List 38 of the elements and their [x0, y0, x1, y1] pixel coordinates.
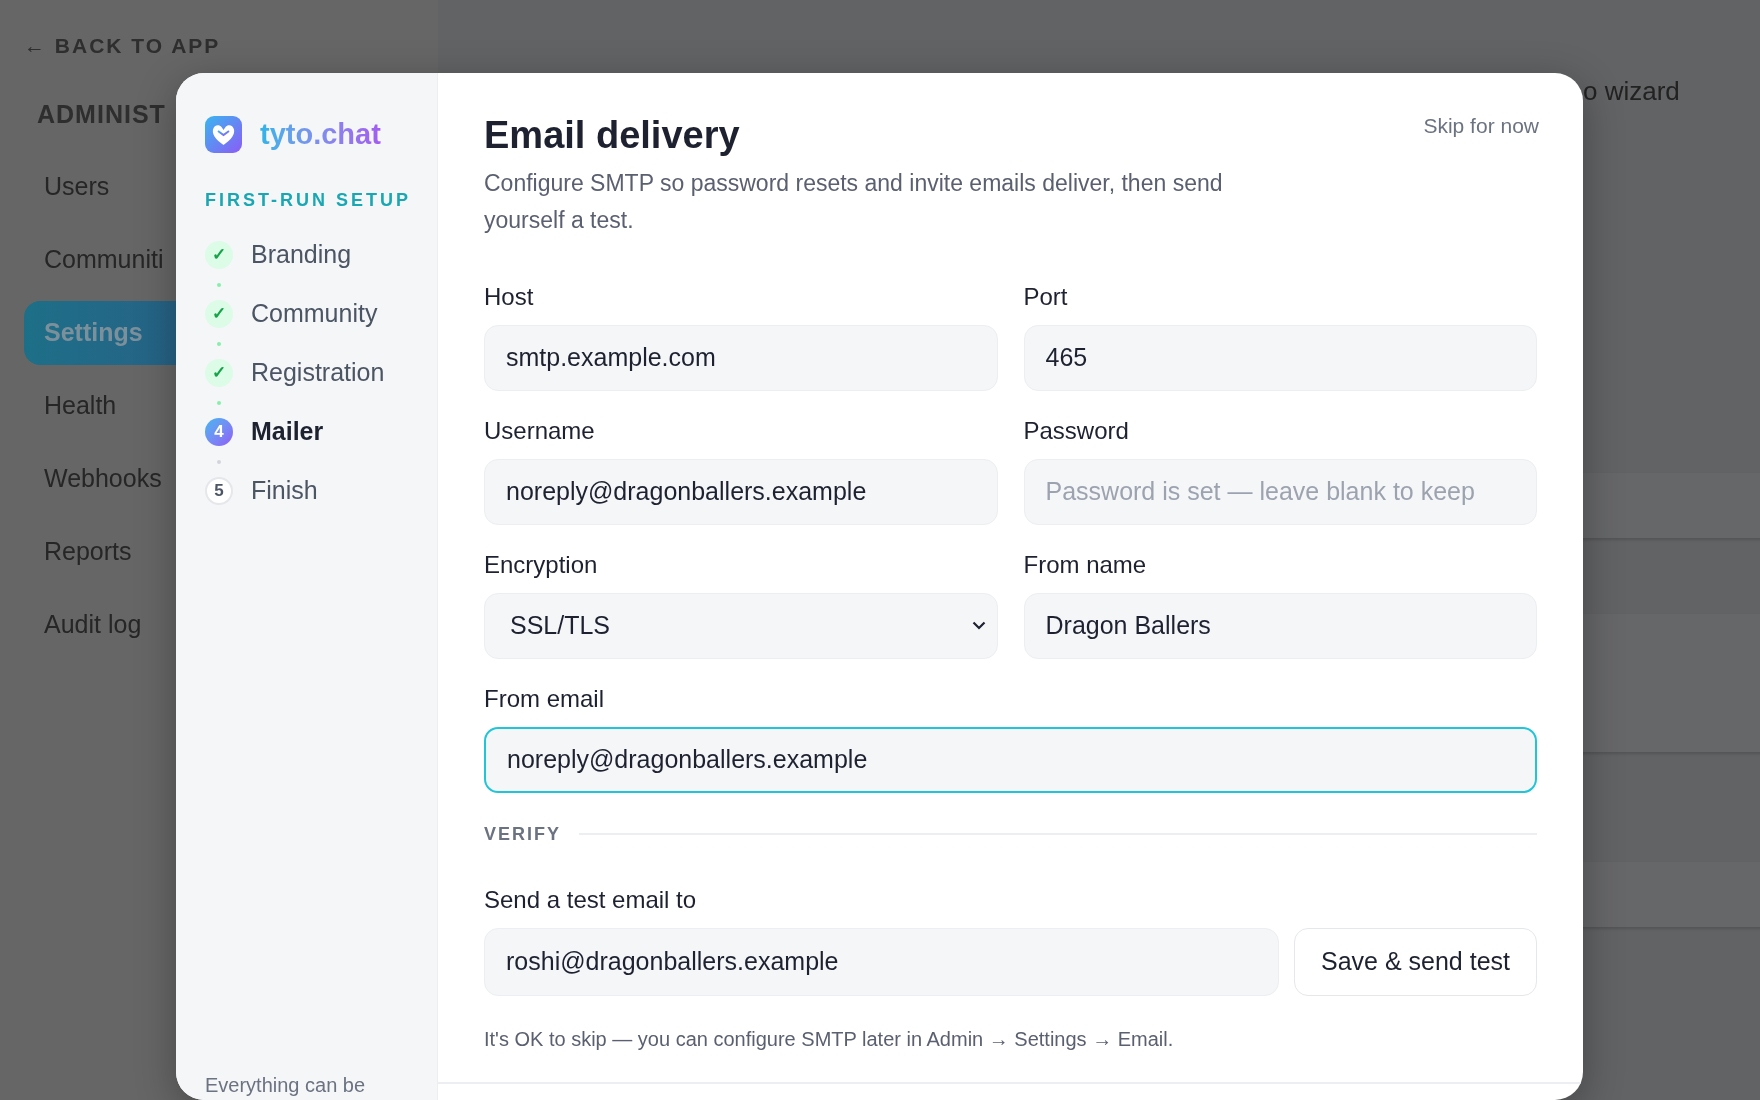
step-label[interactable]: Branding — [251, 236, 352, 274]
section-heading: ADMINIST — [37, 98, 166, 130]
logo-icon — [205, 116, 242, 154]
input-field[interactable]: Dragon Ballers — [1023, 592, 1537, 659]
field-label: Username — [484, 415, 595, 446]
input-field[interactable]: roshi@dragonballers.example — [484, 927, 1279, 996]
chevron-down-icon — [971, 621, 986, 631]
input-field[interactable]: Password is set — leave blank to keep — [1023, 458, 1537, 525]
step-label[interactable]: Registration — [251, 354, 385, 392]
dialog-subtitle: Configure SMTP so password resets and invite emails deliver, then send yourself a test. — [484, 168, 1224, 235]
step-label[interactable]: Community — [251, 295, 378, 333]
field-label: From email — [484, 683, 604, 714]
step-marker: ✓ — [205, 241, 233, 269]
skip-link[interactable]: Skip for now — [1423, 110, 1539, 142]
encryption-select[interactable]: SSL/TLS — [484, 592, 998, 659]
step-marker: ✓ — [205, 300, 233, 328]
step-marker: 4 — [205, 418, 233, 446]
help-text: It's OK to skip — you can configure SMTP later in Admin → Settings → Email. — [484, 1026, 1174, 1052]
input-field[interactable]: smtp.example.com — [484, 324, 998, 391]
setup-label: FIRST-RUN SETUP — [205, 188, 408, 212]
dialog-title: Email delivery — [484, 113, 740, 158]
input-field[interactable]: noreply@dragonballers.example — [484, 726, 1537, 793]
step-label[interactable]: Finish — [251, 472, 318, 510]
select-value: SSL/TLS — [510, 609, 611, 641]
send-test-button[interactable]: Save & send test — [1294, 927, 1537, 996]
field-label: From name — [1023, 549, 1147, 580]
field-label: Encryption — [484, 549, 598, 580]
field-label: Port — [1023, 281, 1068, 312]
section-label: VERIFY — [484, 822, 561, 846]
input-field[interactable]: 465 — [1023, 324, 1537, 391]
field-label: Send a test email to — [484, 884, 697, 915]
step-label[interactable]: Mailer — [251, 413, 324, 451]
field-label: Host — [484, 281, 534, 312]
step-marker: ✓ — [205, 359, 233, 387]
step-marker: 5 — [205, 477, 233, 505]
footer-note: Everything can be — [205, 1073, 366, 1098]
field-label: Password — [1023, 415, 1129, 446]
input-field[interactable]: noreply@dragonballers.example — [484, 458, 998, 525]
